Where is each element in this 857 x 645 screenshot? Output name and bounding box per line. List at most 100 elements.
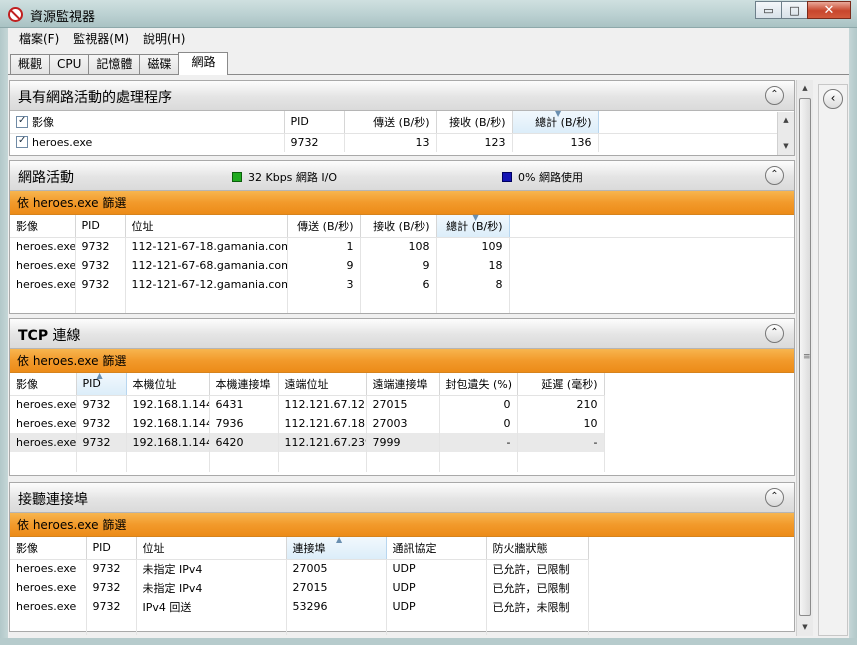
cell-pid: 9732	[86, 578, 137, 597]
cell-pid: 9732	[76, 414, 127, 433]
column-header-recv[interactable]: 接收 (B/秒)	[360, 215, 437, 238]
menu-file[interactable]: 檔案(F)	[12, 29, 66, 49]
scrollbar-thumb[interactable]: ≡	[799, 98, 811, 616]
cell-image: heroes.exe	[10, 256, 76, 275]
tab-network[interactable]: 網路	[178, 52, 229, 75]
select-all-checkbox[interactable]	[16, 115, 28, 128]
column-header-image[interactable]: 影像	[10, 373, 77, 396]
processes-panel-title: 具有網路活動的處理程序	[18, 90, 172, 106]
cell-image: heroes.exe	[10, 395, 77, 414]
filter-bar: 依 heroes.exe 篩選	[10, 513, 794, 537]
table-row-selected[interactable]: heroes.exe 9732 192.168.1.144 6420 112.1…	[10, 433, 605, 452]
table-row[interactable]: heroes.exe 9732 112-121-67-68.gamania.co…	[10, 256, 794, 275]
title-bar: 資源監視器 ▭ □ ✕	[0, 0, 857, 28]
main-scrollbar[interactable]: ▲ ≡ ▼	[796, 80, 813, 636]
table-row[interactable]: heroes.exe 9732 192.168.1.144 6431 112.1…	[10, 395, 605, 414]
sort-up-icon: ▲	[96, 371, 103, 380]
column-header-send[interactable]: 傳送 (B/秒)	[287, 215, 361, 238]
column-header-pid[interactable]: ▲ PID	[76, 371, 127, 396]
cell-total: 136	[512, 133, 599, 152]
process-checkbox[interactable]	[16, 135, 28, 149]
column-header-remote-port[interactable]: 遠端連接埠	[366, 373, 440, 396]
sort-down-icon: ▼	[555, 109, 562, 118]
cell-pid: 9732	[76, 395, 127, 414]
column-header-local-port[interactable]: 本機連接埠	[209, 373, 279, 396]
column-header-pid[interactable]: PID	[86, 537, 137, 560]
column-header-image[interactable]: 影像	[10, 215, 76, 238]
tab-disk[interactable]: 磁碟	[139, 54, 180, 75]
cell-image: heroes.exe	[10, 578, 87, 597]
column-header-port[interactable]: ▲ 連接埠	[286, 535, 387, 560]
cell-send: 1	[287, 237, 361, 256]
column-header-protocol[interactable]: 通訊協定	[386, 537, 487, 560]
cell-packet-loss: 0	[439, 395, 518, 414]
tab-divider	[8, 74, 849, 75]
sort-down-icon: ▼	[472, 213, 479, 222]
tcp-connections-header[interactable]: TCP 連線 ⌃	[10, 319, 794, 349]
scroll-up-arrow-icon[interactable]: ▲	[778, 112, 794, 129]
chevron-up-icon[interactable]: ⌃	[765, 166, 784, 185]
table-row[interactable]: heroes.exe 9732 IPv4 回送 53296 UDP 已允許，未限…	[10, 597, 589, 616]
cell-protocol: UDP	[386, 578, 487, 597]
chevron-up-icon[interactable]: ⌃	[765, 488, 784, 507]
table-row[interactable]: heroes.exe 9732 112-121-67-12.gamania.co…	[10, 275, 794, 294]
listening-ports-header[interactable]: 接聽連接埠 ⌃	[10, 483, 794, 513]
close-button[interactable]: ✕	[807, 1, 851, 19]
column-header-address[interactable]: 位址	[136, 537, 287, 560]
cell-send: 3	[287, 275, 361, 294]
tab-overview[interactable]: 概觀	[10, 54, 51, 75]
network-activity-table: 影像 PID 位址 傳送 (B/秒) 接收 (B/秒) ▼ 總計 (B/秒) he…	[10, 213, 794, 313]
cell-image: heroes.exe	[10, 597, 87, 616]
chevron-up-icon[interactable]: ⌃	[765, 86, 784, 105]
cell-image: heroes.exe	[10, 414, 77, 433]
chevron-left-icon[interactable]: ‹	[823, 89, 843, 109]
column-header-total[interactable]: ▼ 總計 (B/秒)	[436, 213, 510, 238]
processes-scrollbar[interactable]: ▲ ▼	[777, 112, 794, 155]
column-header-packet-loss[interactable]: 封包遺失 (%)	[439, 373, 518, 396]
cell-recv: 6	[360, 275, 437, 294]
table-row[interactable]: heroes.exe 9732 112-121-67-18.gamania.co…	[10, 237, 794, 256]
column-header-address[interactable]: 位址	[125, 215, 288, 238]
table-row[interactable]: heroes.exe 9732 192.168.1.144 7936 112.1…	[10, 414, 605, 433]
column-header-image[interactable]: 影像	[10, 111, 285, 134]
tcp-connections-table: 影像 ▲ PID 本機位址 本機連接埠 遠端位址 遠端連接埠 封包遺失 (%) 延…	[10, 371, 605, 472]
cell-firewall: 已允許，未限制	[486, 597, 589, 616]
cell-address: 未指定 IPv4	[136, 559, 287, 578]
table-row[interactable]: heroes.exe 9732 13 123 136	[10, 133, 778, 152]
menu-monitor[interactable]: 監視器(M)	[66, 29, 136, 49]
cell-pid: 9732	[75, 275, 126, 294]
network-activity-header[interactable]: 網路活動 32 Kbps 網路 I/O 0% 網路使用 ⌃	[10, 161, 794, 191]
column-header-remote-address[interactable]: 遠端位址	[278, 373, 367, 396]
scroll-down-arrow-icon[interactable]: ▼	[797, 619, 813, 636]
table-row[interactable]: heroes.exe 9732 未指定 IPv4 27005 UDP 已允許，已…	[10, 559, 589, 578]
cell-pid: 9732	[284, 133, 345, 152]
minimize-button[interactable]: ▭	[755, 1, 782, 19]
column-header-pid[interactable]: PID	[75, 215, 126, 238]
tab-cpu[interactable]: CPU	[49, 54, 90, 75]
processes-panel-header[interactable]: 具有網路活動的處理程序 ⌃	[10, 81, 794, 111]
cell-pid: 9732	[76, 433, 127, 452]
cell-filler	[598, 133, 778, 152]
window-frame-bottom	[0, 638, 857, 645]
column-header-pid[interactable]: PID	[284, 111, 345, 134]
cell-address: 112-121-67-68.gamania.com	[125, 256, 288, 275]
table-row[interactable]: heroes.exe 9732 未指定 IPv4 27015 UDP 已允許，已…	[10, 578, 589, 597]
column-header-send[interactable]: 傳送 (B/秒)	[344, 111, 437, 134]
column-header-firewall[interactable]: 防火牆狀態	[486, 537, 589, 560]
window-title: 資源監視器	[30, 10, 96, 25]
maximize-button[interactable]: □	[781, 1, 808, 19]
column-header-image[interactable]: 影像	[10, 537, 87, 560]
processes-panel: 具有網路活動的處理程序 ⌃ 影像 PID 傳送 (B/秒) 接收 (B/秒) ▼…	[9, 80, 795, 156]
column-header-total[interactable]: ▼ 總計 (B/秒)	[512, 109, 599, 134]
chevron-up-icon[interactable]: ⌃	[765, 324, 784, 343]
column-header-local-address[interactable]: 本機位址	[126, 373, 210, 396]
cell-image: heroes.exe	[10, 133, 285, 152]
cell-pid: 9732	[75, 256, 126, 275]
column-header-recv[interactable]: 接收 (B/秒)	[436, 111, 513, 134]
menu-help[interactable]: 說明(H)	[136, 29, 192, 49]
scroll-down-arrow-icon[interactable]: ▼	[778, 138, 794, 155]
column-header-latency[interactable]: 延遲 (毫秒)	[517, 373, 605, 396]
scroll-up-arrow-icon[interactable]: ▲	[797, 80, 813, 97]
tab-memory[interactable]: 記憶體	[88, 54, 141, 75]
cell-filler	[509, 275, 794, 294]
